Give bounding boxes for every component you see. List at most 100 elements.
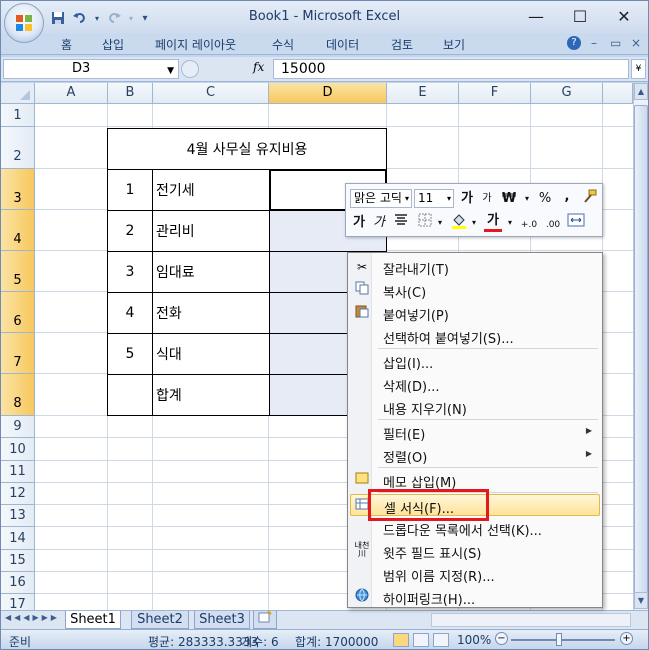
- table-title-cell[interactable]: 4월 사무실 유지비용: [107, 128, 387, 170]
- increase-decimal-icon[interactable]: +.0: [518, 215, 540, 235]
- table-cell-item[interactable]: 관리비: [152, 210, 270, 252]
- name-box[interactable]: D3 ▼: [3, 59, 179, 79]
- table-cell-item[interactable]: 전기세: [152, 169, 270, 211]
- scroll-up-icon[interactable]: ▲: [634, 83, 648, 100]
- ribbon-close-button[interactable]: ×: [631, 36, 641, 50]
- formula-bar-resize-handle[interactable]: [181, 60, 199, 78]
- sheet-tab-sheet3[interactable]: Sheet3: [194, 611, 250, 629]
- menu-item-clear-contents[interactable]: 내용 지우기(N): [350, 396, 600, 418]
- row-header-12[interactable]: 12: [1, 483, 35, 505]
- row-header-2[interactable]: 2: [1, 127, 35, 169]
- page-break-view-button[interactable]: [433, 633, 449, 647]
- table-cell-item[interactable]: 합계: [152, 374, 270, 416]
- menu-item-copy[interactable]: 복사(C): [350, 279, 600, 301]
- column-header-a[interactable]: A: [35, 83, 108, 104]
- column-header-b[interactable]: B: [108, 83, 153, 104]
- table-cell-no[interactable]: 1: [107, 169, 153, 211]
- center-align-icon[interactable]: [392, 213, 410, 233]
- table-cell-no[interactable]: 3: [107, 251, 153, 293]
- borders-icon[interactable]: [416, 213, 434, 233]
- zoom-level[interactable]: 100%: [457, 633, 491, 647]
- font-color-button[interactable]: 가: [484, 213, 502, 232]
- column-header-g[interactable]: G: [531, 83, 603, 104]
- tab-home[interactable]: 홈: [61, 36, 72, 53]
- fill-dropdown-icon[interactable]: ▾: [470, 213, 478, 233]
- menu-item-delete[interactable]: 삭제(D)...: [350, 373, 600, 395]
- scroll-down-icon[interactable]: ▼: [634, 592, 648, 609]
- redo-dropdown-icon[interactable]: ▾: [127, 9, 135, 27]
- table-cell-item[interactable]: 식대: [152, 333, 270, 375]
- font-color-dropdown-icon[interactable]: ▾: [506, 213, 514, 233]
- currency-dropdown-icon[interactable]: ▾: [523, 189, 531, 209]
- minimize-button[interactable]: —: [514, 1, 558, 31]
- column-header-d[interactable]: D: [269, 83, 387, 104]
- tab-data[interactable]: 데이터: [326, 36, 359, 53]
- zoom-slider-track[interactable]: [511, 639, 615, 641]
- zoom-out-button[interactable]: −: [495, 632, 508, 645]
- column-header-c[interactable]: C: [153, 83, 269, 104]
- row-header-11[interactable]: 11: [1, 461, 35, 483]
- shrink-font-button[interactable]: 가: [479, 189, 495, 209]
- menu-item-define-name[interactable]: 범위 이름 지정(R)...: [350, 563, 600, 585]
- maximize-button[interactable]: ☐: [558, 1, 602, 31]
- table-cell-item[interactable]: 전화: [152, 292, 270, 334]
- row-header-6[interactable]: 6: [1, 292, 35, 333]
- row-header-16[interactable]: 16: [1, 572, 35, 594]
- column-header-e[interactable]: E: [387, 83, 459, 104]
- row-header-1[interactable]: 1: [1, 104, 35, 127]
- menu-item-hyperlink[interactable]: 하이퍼링크(H)...: [350, 586, 600, 608]
- name-box-dropdown-icon[interactable]: ▼: [167, 62, 174, 80]
- menu-item-cut[interactable]: ✂ 잘라내기(T): [350, 256, 600, 278]
- save-icon[interactable]: [49, 9, 67, 27]
- menu-item-paste-special[interactable]: 선택하여 붙여넣기(S)...: [350, 325, 600, 347]
- normal-view-button[interactable]: [393, 633, 409, 647]
- office-button[interactable]: [4, 3, 44, 43]
- close-button[interactable]: ✕: [602, 1, 646, 31]
- row-header-10[interactable]: 10: [1, 438, 35, 461]
- menu-item-sort[interactable]: 정렬(O) ▶: [350, 444, 600, 466]
- table-cell-no[interactable]: 2: [107, 210, 153, 252]
- menu-item-filter[interactable]: 필터(E) ▶: [350, 421, 600, 443]
- comma-button[interactable]: ,: [560, 187, 574, 207]
- formula-input[interactable]: 15000: [273, 59, 629, 79]
- formula-expand-button[interactable]: ¥: [631, 59, 646, 79]
- grow-font-button[interactable]: 가: [458, 189, 476, 209]
- sheet-tab-sheet2[interactable]: Sheet2: [131, 611, 189, 629]
- ribbon-restore-button[interactable]: ▭: [610, 36, 621, 50]
- mini-font-select[interactable]: 맑은 고딕 ▾: [350, 189, 412, 208]
- horizontal-scrollbar[interactable]: [431, 613, 631, 627]
- fill-color-icon[interactable]: [450, 213, 468, 233]
- mini-size-select[interactable]: 11 ▾: [414, 189, 454, 208]
- row-header-7[interactable]: 7: [1, 333, 35, 374]
- tab-view[interactable]: 보기: [443, 36, 465, 53]
- format-painter-icon[interactable]: [580, 189, 598, 209]
- menu-item-insert-comment[interactable]: 메모 삽입(M): [350, 469, 600, 491]
- insert-sheet-icon[interactable]: [253, 610, 277, 629]
- redo-icon[interactable]: [105, 9, 123, 27]
- insert-function-button[interactable]: fx: [253, 60, 264, 74]
- decrease-decimal-icon[interactable]: .00: [542, 215, 564, 235]
- currency-button[interactable]: ₩: [499, 189, 519, 209]
- row-header-4[interactable]: 4: [1, 210, 35, 251]
- row-header-14[interactable]: 14: [1, 527, 35, 550]
- column-header-h[interactable]: [603, 83, 633, 104]
- tab-review[interactable]: 검토: [391, 36, 413, 53]
- page-layout-view-button[interactable]: [413, 633, 429, 647]
- borders-dropdown-icon[interactable]: ▾: [436, 213, 444, 233]
- undo-dropdown-icon[interactable]: ▾: [93, 9, 101, 27]
- zoom-slider-thumb[interactable]: [556, 633, 562, 646]
- sheet-tab-sheet1[interactable]: Sheet1: [65, 611, 121, 629]
- table-cell-no[interactable]: 5: [107, 333, 153, 375]
- row-header-17[interactable]: 17: [1, 594, 35, 610]
- zoom-in-button[interactable]: +: [620, 632, 633, 645]
- vertical-scrollbar[interactable]: ▲ ▼: [633, 83, 648, 610]
- menu-item-phonetic-field[interactable]: 내천 川 윗주 필드 표시(S): [350, 540, 600, 563]
- tab-formulas[interactable]: 수식: [272, 36, 294, 53]
- tab-insert[interactable]: 삽입: [102, 36, 124, 53]
- row-header-13[interactable]: 13: [1, 505, 35, 527]
- table-cell-item[interactable]: 임대료: [152, 251, 270, 293]
- menu-item-paste[interactable]: 붙여넣기(P): [350, 302, 600, 324]
- menu-item-insert[interactable]: 삽입(I)...: [350, 350, 600, 372]
- percent-button[interactable]: %: [536, 189, 554, 209]
- customize-qat-icon[interactable]: ▾: [139, 9, 151, 27]
